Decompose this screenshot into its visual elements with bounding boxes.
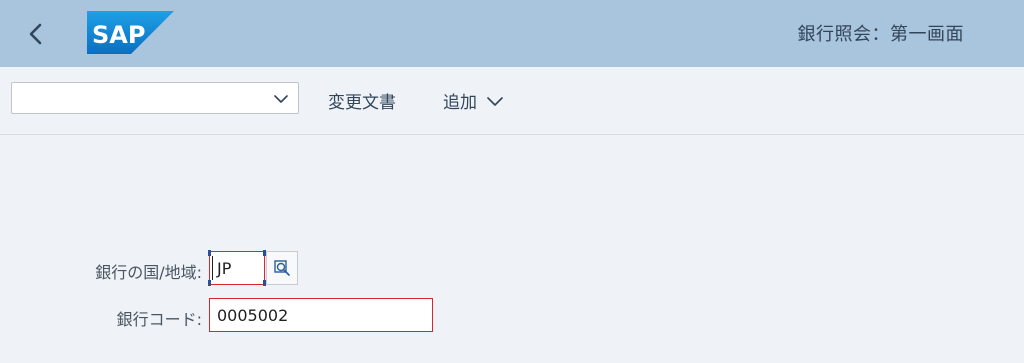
value-help-icon xyxy=(274,260,290,276)
bank-code-input[interactable]: 0005002 xyxy=(209,298,433,332)
add-menu-label: 追加 xyxy=(443,93,477,113)
chevron-down-icon xyxy=(274,95,288,103)
add-menu-button[interactable]: 追加 xyxy=(443,88,503,113)
bank-code-value: 0005002 xyxy=(217,306,289,325)
country-label: 銀行の国/地域: xyxy=(95,263,202,282)
chevron-down-icon xyxy=(487,96,503,106)
bank-country-input[interactable]: JP xyxy=(208,250,266,286)
svg-text:SAP: SAP xyxy=(92,21,145,49)
bank-code-label: 銀行コード: xyxy=(116,310,202,329)
page-title: 銀行照会：第一画面 xyxy=(797,24,964,45)
sap-logo: SAP xyxy=(87,11,174,54)
variant-select[interactable] xyxy=(11,82,299,114)
change-documents-button[interactable]: 変更文書 xyxy=(328,88,396,113)
focus-corner xyxy=(208,280,211,286)
value-help-button[interactable] xyxy=(266,251,298,285)
focus-corner xyxy=(208,250,211,256)
toolbar: 変更文書 追加 xyxy=(0,67,1024,135)
bank-country-value: JP xyxy=(217,259,232,278)
chevron-left-icon xyxy=(29,23,42,45)
shell-header: SAP 銀行照会：第一画面 xyxy=(0,0,1024,67)
back-button[interactable] xyxy=(18,17,54,51)
change-documents-label: 変更文書 xyxy=(328,93,396,113)
text-caret xyxy=(212,256,213,280)
